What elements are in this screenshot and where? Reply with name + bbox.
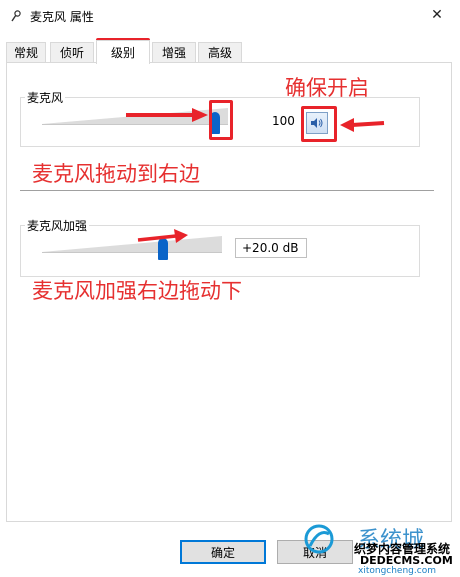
title-bar: 麦克风 属性 ✕: [0, 0, 460, 32]
boost-value: +20.0 dB: [242, 241, 299, 255]
microphone-value: 100: [272, 114, 295, 128]
watermark-url: xitongcheng.com: [358, 566, 436, 576]
watermark-logo-icon: [304, 524, 334, 554]
window-title: 麦克风 属性: [30, 10, 94, 24]
mute-button-highlight: [301, 106, 337, 142]
close-button[interactable]: ✕: [414, 0, 460, 30]
tab-advanced[interactable]: 高级: [198, 42, 242, 62]
group-separator: [20, 190, 434, 191]
tab-general[interactable]: 常规: [6, 42, 46, 62]
tab-listen[interactable]: 侦听: [50, 42, 94, 62]
properties-window: 麦克风 属性 ✕ 常规 侦听 级别 增强 高级 麦克风 100 确保开启 麦克风…: [0, 0, 460, 577]
thumb-highlight: [209, 100, 233, 140]
microphone-icon: [11, 10, 21, 22]
arrow-to-mute-icon: [340, 118, 385, 132]
boost-label: 麦克风加强: [25, 217, 90, 234]
annotation-ensure-on: 确保开启: [285, 76, 369, 100]
watermark: 系统城 织梦内容管理系统 DEDECMS.COM xitongcheng.com: [300, 520, 460, 577]
tab-enhancements[interactable]: 增强: [152, 42, 196, 62]
microphone-label: 麦克风: [25, 89, 66, 106]
boost-slider-track[interactable]: [42, 236, 222, 254]
boost-arrow-icon: [137, 229, 188, 243]
close-icon: ✕: [431, 7, 443, 23]
tab-levels[interactable]: 级别: [96, 40, 150, 64]
arrow-to-thumb-icon: [126, 108, 208, 122]
annotation-boost-drag: 麦克风加强右边拖动下: [32, 279, 242, 303]
annotation-drag-right: 麦克风拖动到右边: [32, 162, 200, 186]
boost-value-field: +20.0 dB: [235, 238, 307, 258]
ok-button[interactable]: 确定: [180, 540, 266, 564]
